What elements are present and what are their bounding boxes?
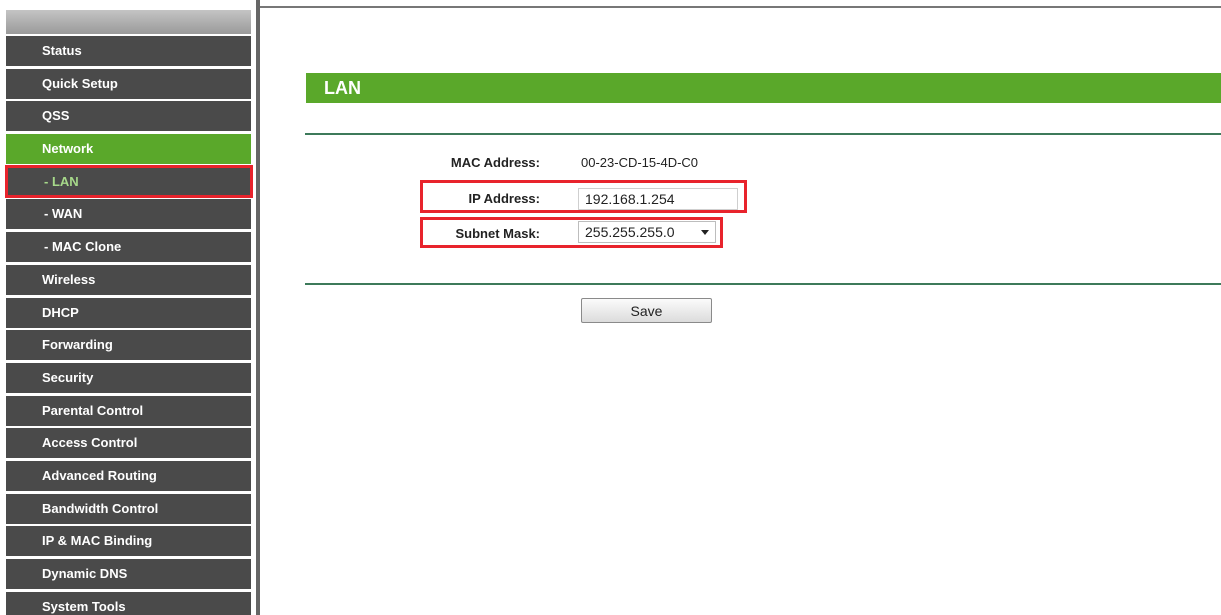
ip-address-input[interactable] [578, 188, 738, 210]
chevron-down-icon [701, 230, 709, 235]
sidebar-item-ip-mac-binding[interactable]: IP & MAC Binding [6, 526, 251, 557]
save-button[interactable]: Save [581, 298, 712, 323]
mac-address-value: 00-23-CD-15-4D-C0 [581, 155, 699, 170]
ip-address-label: IP Address: [468, 191, 540, 206]
page-title: LAN [306, 73, 1221, 103]
sidebar-nav: Status Quick Setup QSS Network - LAN - W… [6, 36, 251, 615]
sidebar-item-wan[interactable]: - WAN [6, 199, 251, 230]
top-rule [305, 133, 1221, 135]
sidebar-item-mac-clone[interactable]: - MAC Clone [6, 232, 251, 263]
sidebar-item-parental-control[interactable]: Parental Control [6, 395, 251, 426]
sidebar-item-lan[interactable]: - LAN [6, 166, 251, 197]
sidebar-item-system-tools[interactable]: System Tools [6, 591, 251, 615]
router-admin-page: Status Quick Setup QSS Network - LAN - W… [0, 0, 1221, 615]
sidebar-item-advanced-routing[interactable]: Advanced Routing [6, 460, 251, 491]
sidebar-item-quick-setup[interactable]: Quick Setup [6, 68, 251, 99]
sidebar-item-wireless[interactable]: Wireless [6, 264, 251, 295]
sidebar-item-qss[interactable]: QSS [6, 101, 251, 132]
sidebar-border [256, 0, 260, 615]
sidebar: Status Quick Setup QSS Network - LAN - W… [0, 0, 256, 615]
top-divider [256, 6, 1221, 8]
subnet-mask-label: Subnet Mask: [455, 226, 540, 241]
sidebar-item-access-control[interactable]: Access Control [6, 428, 251, 459]
sidebar-item-bandwidth-control[interactable]: Bandwidth Control [6, 493, 251, 524]
sidebar-item-dhcp[interactable]: DHCP [6, 297, 251, 328]
sidebar-item-dynamic-dns[interactable]: Dynamic DNS [6, 559, 251, 589]
mac-address-label: MAC Address: [450, 155, 540, 170]
subnet-mask-value: 255.255.255.0 [585, 224, 675, 240]
sidebar-item-forwarding[interactable]: Forwarding [6, 330, 251, 361]
sidebar-header [6, 10, 251, 34]
bottom-rule [305, 283, 1221, 285]
sidebar-item-security[interactable]: Security [6, 362, 251, 393]
sidebar-item-status[interactable]: Status [6, 36, 251, 66]
sidebar-item-network[interactable]: Network [6, 134, 251, 165]
subnet-mask-select[interactable]: 255.255.255.0 [578, 221, 716, 243]
